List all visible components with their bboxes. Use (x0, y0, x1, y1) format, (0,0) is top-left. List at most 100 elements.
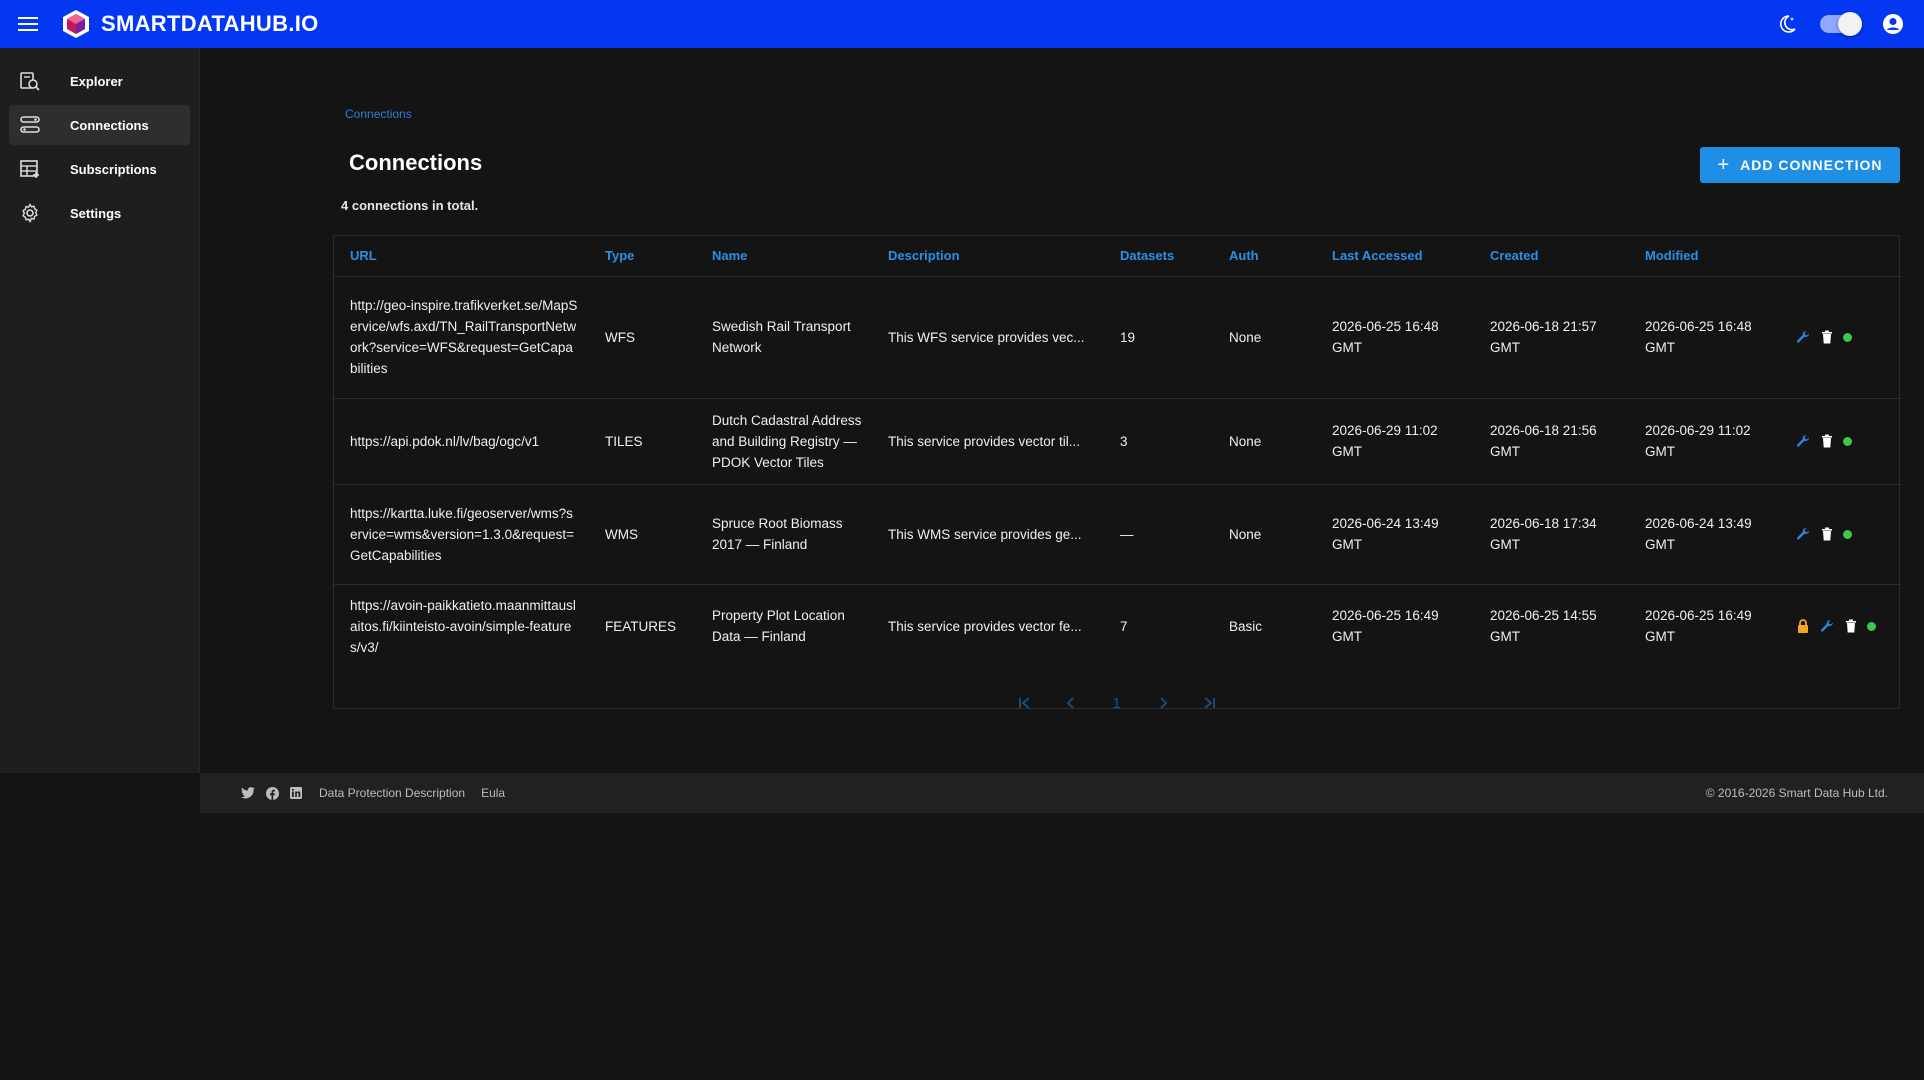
cell-description: This WMS service provides ge... (872, 484, 1104, 585)
theme-toggle[interactable] (1820, 12, 1862, 36)
column-header-description[interactable]: Description (872, 236, 1104, 277)
top-app-bar: SMARTDATAHUB.IO (0, 0, 1924, 48)
table-row[interactable]: http://geo-inspire.trafikverket.se/MapSe… (334, 276, 1901, 399)
subscriptions-icon (18, 157, 42, 181)
logo-cube-icon (62, 9, 92, 39)
lock-icon (1795, 618, 1811, 634)
trash-delete-icon[interactable] (1843, 618, 1859, 634)
sidebar-item-subscriptions[interactable]: Subscriptions (9, 149, 190, 189)
last-page-icon[interactable] (1197, 691, 1221, 715)
sidebar-item-explorer[interactable]: Explorer (9, 61, 190, 101)
cell-actions (1779, 398, 1901, 485)
cell-datasets: 7 (1120, 618, 1128, 634)
cell-auth: None (1213, 484, 1316, 585)
sidebar-item-label: Subscriptions (70, 161, 157, 177)
column-header-actions (1779, 236, 1901, 277)
cell-url: https://api.pdok.nl/lv/bag/ogc/v1 (334, 398, 589, 485)
connections-count: 4 connections in total. (341, 198, 479, 213)
cell-created: 2026-06-25 14:55 GMT (1490, 608, 1597, 645)
column-header-type[interactable]: Type (589, 236, 696, 277)
brand-name[interactable]: SMARTDATAHUB.IO (101, 11, 319, 37)
cell-modified: 2026-06-24 13:49 GMT (1629, 484, 1779, 585)
breadcrumb[interactable]: Connections (345, 107, 412, 121)
cell-datasets: 19 (1104, 276, 1213, 399)
current-page-number[interactable]: 1 (1105, 691, 1129, 715)
cell-description: This service provides vector fe... (888, 618, 1082, 634)
copyright-text: © 2016-2026 Smart Data Hub Ltd. (1705, 786, 1888, 800)
cell-type: FEATURES (605, 618, 677, 634)
cell-name: Swedish Rail Transport Network (696, 276, 872, 399)
data-protection-link[interactable]: Data Protection Description (319, 786, 465, 800)
eula-link[interactable]: Eula (481, 786, 505, 800)
cell-type: WFS (589, 276, 696, 399)
cell-modified: 2026-06-25 16:48 GMT (1629, 276, 1779, 399)
column-header-last-accessed[interactable]: Last Accessed (1316, 236, 1474, 277)
wrench-edit-icon[interactable] (1795, 329, 1811, 345)
trash-delete-icon[interactable] (1819, 526, 1835, 542)
cell-url: https://avoin-paikkatieto.maanmittauslai… (350, 597, 576, 655)
explorer-search-icon (18, 69, 42, 93)
gear-icon (18, 201, 42, 225)
cell-name: Dutch Cadastral Address and Building Reg… (696, 398, 872, 485)
sidebar-item-settings[interactable]: Settings (9, 193, 190, 233)
sidebar-item-label: Settings (70, 205, 122, 221)
pagination: 1 (334, 691, 1899, 715)
status-ok-dot (1843, 529, 1852, 539)
connections-icon (18, 113, 42, 137)
cell-last-accessed: 2026-06-25 16:48 GMT (1316, 276, 1474, 399)
cell-created: 2026-06-18 21:56 GMT (1474, 398, 1629, 485)
first-page-icon[interactable] (1013, 691, 1037, 715)
add-connection-button[interactable]: + ADD CONNECTION (1700, 147, 1900, 183)
sidebar-item-label: Connections (70, 117, 149, 133)
cell-last-accessed: 2026-06-24 13:49 GMT (1316, 484, 1474, 585)
column-header-modified[interactable]: Modified (1629, 236, 1779, 277)
cell-actions (1779, 584, 1901, 668)
add-connection-label: ADD CONNECTION (1740, 157, 1883, 173)
trash-delete-icon[interactable] (1819, 329, 1835, 345)
cell-name: Property Plot Location Data — Finland (712, 608, 845, 645)
dark-mode-moon-icon[interactable] (1774, 11, 1800, 37)
previous-page-icon[interactable] (1059, 691, 1083, 715)
sidebar: Explorer Connections Subscriptions Setti… (0, 48, 200, 773)
wrench-edit-icon[interactable] (1795, 433, 1811, 449)
plus-icon: + (1717, 154, 1731, 176)
column-header-created[interactable]: Created (1474, 236, 1629, 277)
footer: Data Protection Description Eula © 2016-… (200, 773, 1924, 813)
cell-datasets: 3 (1104, 398, 1213, 485)
table-header-row: URL Type Name Description Datasets Auth … (334, 236, 1901, 277)
main-content: Connections Connections + ADD CONNECTION… (200, 48, 1924, 773)
account-circle-icon[interactable] (1880, 11, 1906, 37)
next-page-icon[interactable] (1151, 691, 1175, 715)
cell-last-accessed: 2026-06-29 11:02 GMT (1316, 398, 1474, 485)
hamburger-menu-icon[interactable] (0, 0, 56, 48)
status-ok-dot (1867, 621, 1876, 631)
cell-auth: Basic (1229, 618, 1263, 634)
wrench-edit-icon[interactable] (1819, 618, 1835, 634)
cell-auth: None (1213, 398, 1316, 485)
trash-delete-icon[interactable] (1819, 433, 1835, 449)
sidebar-item-label: Explorer (70, 73, 123, 89)
column-header-name[interactable]: Name (696, 236, 872, 277)
facebook-icon[interactable] (265, 786, 279, 800)
cell-last-accessed: 2026-06-25 16:49 GMT (1332, 608, 1439, 645)
wrench-edit-icon[interactable] (1795, 526, 1811, 542)
twitter-icon[interactable] (241, 786, 255, 800)
column-header-datasets[interactable]: Datasets (1104, 236, 1213, 277)
cell-name: Spruce Root Biomass 2017 — Finland (696, 484, 872, 585)
linkedin-icon[interactable] (289, 786, 303, 800)
column-header-url[interactable]: URL (334, 236, 589, 277)
cell-datasets: — (1104, 484, 1213, 585)
cell-modified: 2026-06-29 11:02 GMT (1629, 398, 1779, 485)
sidebar-item-connections[interactable]: Connections (9, 105, 190, 145)
cell-type: TILES (589, 398, 696, 485)
table-row[interactable]: https://api.pdok.nl/lv/bag/ogc/v1 TILES … (334, 398, 1901, 485)
table-row[interactable]: https://avoin-paikkatieto.maanmittauslai… (334, 584, 1901, 668)
cell-auth: None (1213, 276, 1316, 399)
column-header-auth[interactable]: Auth (1213, 236, 1316, 277)
cell-url: http://geo-inspire.trafikverket.se/MapSe… (334, 276, 589, 399)
cell-created: 2026-06-18 21:57 GMT (1474, 276, 1629, 399)
cell-modified: 2026-06-25 16:49 GMT (1645, 608, 1752, 645)
cell-created: 2026-06-18 17:34 GMT (1474, 484, 1629, 585)
table-row[interactable]: https://kartta.luke.fi/geoserver/wms?ser… (334, 484, 1901, 585)
cell-url: https://kartta.luke.fi/geoserver/wms?ser… (334, 484, 589, 585)
